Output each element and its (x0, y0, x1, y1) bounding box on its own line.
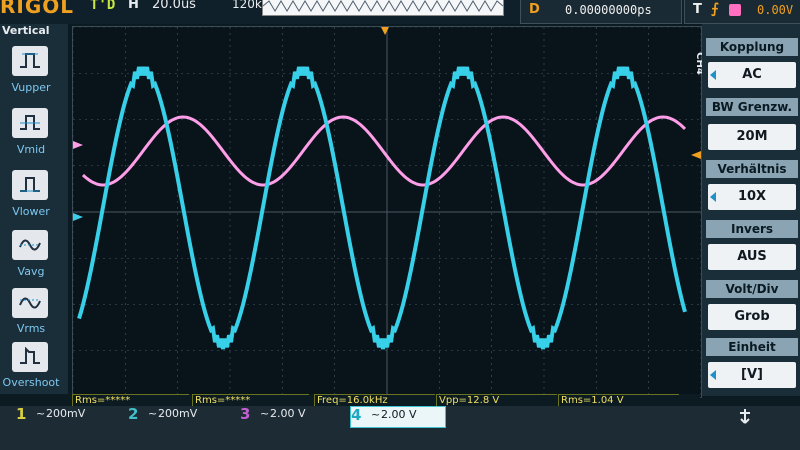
usb-icon (740, 409, 750, 424)
vupper-button[interactable] (12, 46, 48, 76)
top-status-bar: RIGOL T'D H 20.0us 120k pts D 0.00000000… (0, 0, 800, 24)
vrms-icon (19, 297, 41, 309)
channel-status-bar: 1 ~ 200mV 2 ~ 200mV 3 ~ 2.00 V 4 ~ 2.00 … (0, 405, 800, 450)
measure-menu: Vertical Vupper Vmid Vlower Vavg Vrms Ov… (0, 24, 68, 394)
channel-1-number: 1 (16, 405, 27, 423)
coupling-value[interactable]: AC (708, 62, 796, 88)
trigger-display[interactable]: T ⨍ 0.00V (684, 0, 800, 24)
coupling-arrow-icon (710, 70, 716, 80)
channel-4-coupling: ~ (371, 408, 381, 421)
delay-label: D (529, 2, 540, 17)
overshoot-icon (20, 347, 40, 364)
vlower-button[interactable] (12, 170, 48, 200)
channel-4-scale: 2.00 V (381, 408, 417, 421)
unit-label: Einheit (706, 338, 798, 356)
waveform-display[interactable] (72, 26, 702, 398)
vrms-label: Vrms (16, 322, 46, 335)
probe-ratio-value[interactable]: 10X (708, 184, 796, 210)
channel-2-status[interactable]: 2 ~ 200mV (128, 405, 222, 426)
ch4-offset-marker[interactable] (73, 213, 83, 221)
rising-edge-icon: ⨍ (711, 1, 719, 17)
vlower-label: Vlower (12, 205, 50, 218)
timebase-label: H (128, 0, 139, 12)
overview-waveform-icon (262, 0, 504, 12)
bandwidth-value[interactable]: 20M (708, 124, 796, 150)
volt-div-value[interactable]: Grob (708, 304, 796, 330)
channel-3-scale: 2.00 V (270, 407, 306, 420)
channel-2-scale: 200mV (158, 407, 198, 420)
volt-div-label: Volt/Div (706, 280, 798, 298)
vlower-icon (20, 177, 40, 192)
trigger-position-marker[interactable] (381, 27, 389, 35)
channel-2-number: 2 (128, 405, 139, 423)
vavg-button[interactable] (12, 230, 48, 260)
invert-label: Invers (706, 220, 798, 238)
run-state-indicator: T'D (90, 0, 116, 13)
vmid-button[interactable] (12, 108, 48, 138)
vmid-label: Vmid (16, 143, 46, 156)
channel-2-coupling: ~ (148, 407, 158, 420)
bandwidth-label: BW Grenzw. (706, 98, 798, 116)
waveform-overview-bar (262, 0, 504, 16)
trigger-level: 0.00V (757, 3, 794, 17)
channel-menu: Kopplung AC BW Grenzw. 20M Verhältnis 10… (702, 24, 800, 396)
vrms-button[interactable] (12, 288, 48, 318)
trigger-label: T (693, 2, 702, 17)
unit-value[interactable]: [V] (708, 362, 796, 388)
overshoot-button[interactable] (12, 342, 48, 372)
timebase-value[interactable]: 20.0us (152, 0, 196, 12)
waveform-graph (72, 26, 702, 398)
vavg-label: Vavg (17, 265, 45, 278)
channel-1-status[interactable]: 1 ~ 200mV (16, 405, 110, 426)
channel-4-number: 4 (351, 406, 362, 424)
ch4-waveform (77, 66, 687, 350)
channel-1-coupling: ~ (36, 407, 46, 420)
trigger-level-marker[interactable] (691, 151, 701, 159)
channel-1-scale: 200mV (46, 407, 86, 420)
vmid-icon (20, 115, 40, 130)
measure-menu-title: Vertical (2, 24, 50, 37)
channel-3-status[interactable]: 3 ~ 2.00 V (240, 405, 334, 426)
invert-value[interactable]: AUS (708, 244, 796, 270)
brand-logo: RIGOL (0, 0, 75, 18)
probe-ratio-label: Verhältnis (706, 160, 798, 178)
channel-4-status[interactable]: 4 ~ 2.00 V (350, 406, 446, 428)
trigger-source-indicator (729, 4, 741, 16)
channel-3-coupling: ~ (260, 407, 270, 420)
vupper-label: Vupper (11, 81, 51, 94)
coupling-label: Kopplung (706, 38, 798, 56)
probe-ratio-arrow-icon (710, 192, 716, 202)
ch3-offset-marker[interactable] (73, 141, 83, 149)
overshoot-label: Overshoot (2, 376, 60, 389)
channel-3-number: 3 (240, 405, 251, 423)
vavg-icon (19, 239, 41, 251)
delay-value: 0.00000000ps (565, 3, 652, 17)
vupper-icon (20, 53, 40, 68)
unit-arrow-icon (710, 370, 716, 380)
delay-display[interactable]: D 0.00000000ps (520, 0, 682, 24)
